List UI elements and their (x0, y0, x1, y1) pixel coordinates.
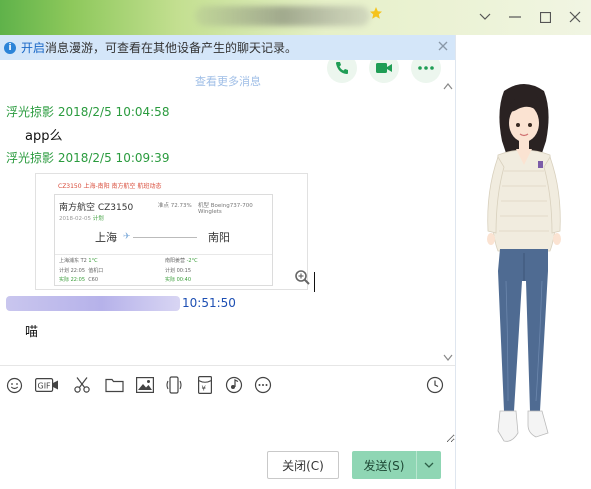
airline-flight: 南方航空 CZ3150 (59, 203, 134, 213)
arrival-plan: 计划 00:15 (165, 268, 191, 274)
card-divider (55, 254, 272, 255)
origin-airport: 上海浦东 T2 1°C (59, 258, 98, 264)
emoji-icon[interactable] (4, 375, 24, 395)
flight-card-box: 南方航空 CZ3150 2018-02-05 计划 准点 72.73% 机型 B… (54, 194, 273, 286)
message-time: 2018/2/5 10:04:58 (57, 105, 170, 119)
enable-roaming-link[interactable]: 开启 (21, 39, 45, 56)
zoom-icon[interactable] (294, 269, 310, 285)
svg-text:¥: ¥ (202, 385, 207, 393)
message-sender: 10:51:50 (182, 296, 236, 310)
roaming-notice-bar: i 开启 消息漫游，可查看在其他设备产生的聊天记录。 (0, 35, 455, 60)
contact-name-redacted (195, 6, 370, 26)
chevron-down-icon (424, 462, 434, 468)
music-icon[interactable] (224, 375, 244, 395)
punctuality: 准点 72.73% (158, 203, 192, 209)
plane-icon: ✈ (123, 232, 131, 242)
message-text: 喵 (25, 325, 39, 340)
notice-close-icon[interactable] (437, 40, 449, 52)
notice-text: 消息漫游，可查看在其他设备产生的聊天记录。 (45, 41, 298, 55)
chevron-down-icon[interactable] (475, 7, 495, 27)
scissors-icon[interactable] (72, 375, 92, 395)
message-sender: 浮光掠影 2018/2/5 10:09:39 (6, 149, 169, 166)
close-button[interactable]: 关闭(C) (267, 451, 339, 479)
flight-date: 2018-02-05 计划 (59, 216, 104, 222)
avatar-figure-image (487, 84, 561, 442)
maximize-icon[interactable] (535, 7, 555, 27)
sender-name: 浮光掠影 (6, 151, 55, 165)
vip-badge-icon (370, 7, 382, 19)
shake-icon[interactable] (164, 375, 184, 395)
video-icon[interactable] (369, 60, 399, 83)
more-icon[interactable] (253, 375, 273, 395)
folder-icon[interactable] (104, 375, 124, 395)
aircraft-model: 机型 Boeing737-700 Winglets (198, 203, 253, 215)
text-cursor (314, 272, 315, 292)
message-time: 2018/2/5 10:09:39 (57, 151, 170, 165)
send-options-button[interactable] (416, 451, 441, 479)
destination-airport: 南阳姜营 -2°C (165, 258, 198, 264)
sender-name: 浮光掠影 (6, 105, 55, 119)
flight-status-image[interactable]: CZ3150 上海-南阳 南方航空 航班动态 南方航空 CZ3150 2018-… (35, 173, 310, 290)
departure-plan: 计划 22:05 值机口 (59, 268, 104, 274)
chat-history[interactable]: 查看更多消息 浮光掠影 2018/2/5 10:04:58 app么 浮光掠影 … (0, 60, 455, 365)
message-text: app么 (25, 129, 63, 144)
close-icon[interactable] (565, 7, 585, 27)
red-packet-icon[interactable]: ¥ (195, 375, 215, 395)
departure-actual: 实际 22:05 C60 (59, 277, 99, 283)
info-icon: i (4, 41, 16, 54)
image-icon[interactable] (135, 375, 155, 395)
message-time: 10:51:50 (182, 296, 236, 310)
message-input[interactable] (0, 403, 455, 443)
gif-icon[interactable]: GIF (35, 375, 59, 395)
avatar-panel (455, 35, 591, 489)
destination-city: 南阳 (208, 231, 230, 244)
scroll-down-icon[interactable] (443, 354, 453, 362)
origin-city: 上海 (95, 231, 117, 244)
send-button[interactable]: 发送(S) (352, 451, 416, 479)
route-line (133, 237, 197, 238)
input-toolbar: GIF ¥ (0, 365, 455, 403)
title-bar (0, 0, 591, 35)
minimize-icon[interactable] (505, 7, 525, 27)
arrival-actual: 实际 00:40 (165, 277, 191, 283)
sender-name-redacted (6, 296, 180, 311)
flight-card-header: CZ3150 上海-南阳 南方航空 航班动态 (58, 183, 162, 190)
svg-text:GIF: GIF (38, 382, 52, 391)
phone-icon[interactable] (327, 60, 357, 83)
view-more-history-link[interactable]: 查看更多消息 (195, 73, 261, 89)
message-sender: 浮光掠影 2018/2/5 10:04:58 (6, 103, 169, 120)
history-clock-icon[interactable] (425, 375, 445, 395)
scroll-up-icon[interactable] (443, 82, 453, 90)
more-icon[interactable] (411, 60, 441, 83)
